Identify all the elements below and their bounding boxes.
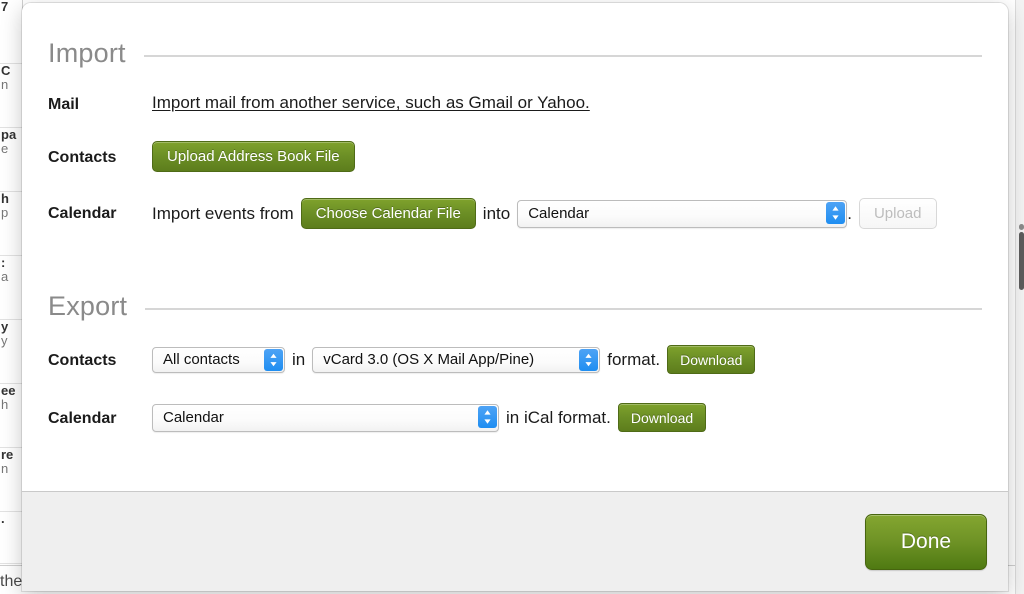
- page-scrollbar-thumb-cap: [1019, 224, 1024, 230]
- choose-calendar-file-button[interactable]: Choose Calendar File: [300, 198, 476, 229]
- export-calendar-select-value: Calendar: [163, 408, 224, 426]
- in-text: in: [292, 349, 306, 369]
- into-text: into: [482, 203, 511, 223]
- import-calendar-select[interactable]: Calendar: [517, 199, 848, 228]
- mail-row-content: Import mail from another service, such a…: [152, 93, 590, 113]
- list-item[interactable]: .: [0, 512, 22, 564]
- calendar-import-row-label: Calendar: [48, 205, 117, 222]
- ical-format-text: in iCal format.: [506, 407, 611, 427]
- list-item-line1: 7: [1, 0, 9, 14]
- calendar-import-row-content: Import events from Choose Calendar File …: [152, 198, 937, 229]
- mail-row-label: Mail: [48, 96, 80, 113]
- list-item-line2: h: [1, 397, 9, 412]
- export-contacts-format-value: vCard 3.0 (OS X Mail App/Pine): [323, 350, 535, 368]
- dialog-body: Import Mail Import mail from another ser…: [22, 3, 1008, 490]
- upload-address-book-file-button[interactable]: Upload Address Book File: [152, 141, 355, 172]
- section-divider: [143, 54, 982, 57]
- list-item-line2: y: [1, 333, 8, 348]
- chevron-up-down-icon: [478, 405, 497, 428]
- list-item-line2: n: [1, 77, 9, 92]
- list-item[interactable]: y y: [0, 320, 22, 384]
- dialog-footer: Done: [22, 491, 1008, 591]
- calendar-export-row-label: Calendar: [48, 410, 117, 427]
- list-item[interactable]: pa e: [0, 128, 22, 192]
- export-contacts-scope-select[interactable]: All contacts: [152, 346, 285, 373]
- list-item-line1: .: [1, 512, 5, 526]
- list-item[interactable]: h p: [0, 192, 22, 256]
- download-contacts-button[interactable]: Download: [667, 345, 756, 374]
- import-calendar-select-value: Calendar: [528, 204, 590, 222]
- list-item[interactable]: : a: [0, 256, 22, 320]
- list-item-line2: n: [1, 461, 9, 476]
- list-item-line1: C: [1, 64, 11, 78]
- import-section-title: Import: [48, 38, 126, 68]
- background-message-list: 7 C n pa e h p : a y y ee h re n .: [0, 0, 23, 594]
- page-scrollbar[interactable]: [1015, 0, 1024, 594]
- export-section-title: Export: [48, 291, 128, 321]
- format-text: format.: [607, 349, 661, 369]
- chevron-up-down-icon: [826, 201, 846, 224]
- list-item-line1: y: [1, 320, 9, 334]
- list-item-line2: p: [1, 205, 9, 220]
- list-item-line1: pa: [1, 128, 17, 142]
- list-item[interactable]: C n: [0, 64, 22, 128]
- export-section-header: Export: [48, 291, 982, 322]
- upload-calendar-button[interactable]: Upload: [858, 198, 937, 229]
- list-item-line1: ee: [1, 384, 16, 398]
- list-item-line2: a: [1, 269, 9, 284]
- list-item-line1: :: [1, 256, 6, 270]
- list-item[interactable]: re n: [0, 448, 22, 512]
- list-item-line2: e: [1, 141, 9, 156]
- list-item[interactable]: ee h: [0, 384, 22, 448]
- contacts-import-row-label: Contacts: [48, 149, 117, 166]
- page-scrollbar-thumb[interactable]: [1019, 232, 1024, 290]
- section-divider: [145, 307, 982, 310]
- list-item-line1: re: [1, 448, 14, 462]
- contacts-export-row-label: Contacts: [48, 352, 117, 369]
- import-events-from-text: Import events from: [152, 203, 294, 223]
- export-contacts-format-select[interactable]: vCard 3.0 (OS X Mail App/Pine): [312, 346, 601, 373]
- list-item-line1: h: [1, 192, 9, 206]
- chevron-up-down-icon: [579, 348, 599, 371]
- screen-root: 7 C n pa e h p : a y y ee h re n . the I…: [0, 0, 1024, 594]
- contacts-import-row-content: Upload Address Book File: [152, 141, 355, 172]
- import-export-dialog: Import Mail Import mail from another ser…: [22, 3, 1008, 591]
- calendar-export-row-content: Calendar in iCal format. Download: [152, 403, 707, 432]
- export-calendar-select[interactable]: Calendar: [152, 403, 499, 432]
- list-item[interactable]: 7: [0, 0, 22, 64]
- import-mail-link[interactable]: Import mail from another service, such a…: [152, 93, 590, 113]
- export-contacts-scope-value: All contacts: [163, 350, 240, 368]
- download-calendar-button[interactable]: Download: [617, 403, 707, 432]
- contacts-export-row-content: All contacts in vCard 3.0 (OS X Mail App…: [152, 345, 756, 374]
- import-section-header: Import: [48, 38, 982, 69]
- import-calendar-period: .: [847, 203, 852, 223]
- chevron-up-down-icon: [264, 348, 283, 371]
- done-button[interactable]: Done: [865, 514, 987, 570]
